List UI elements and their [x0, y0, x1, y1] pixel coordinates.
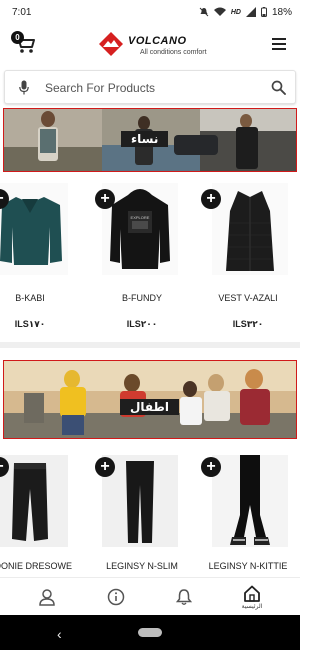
product-name: LEGINSY N-KITTIE	[208, 561, 288, 571]
brand-name: VOLCANO	[128, 35, 187, 47]
add-to-cart-button[interactable]: +	[95, 457, 115, 477]
product-image	[212, 455, 288, 547]
status-bar: 7:01 HD 18%	[0, 0, 300, 24]
product-image	[0, 455, 68, 547]
wifi-icon	[213, 7, 226, 16]
network-label: HD	[230, 8, 241, 16]
product-name: POONIE DRESOWE	[0, 561, 72, 571]
vest-image	[212, 183, 288, 275]
add-to-cart-button[interactable]: +	[95, 189, 115, 209]
microphone-icon[interactable]	[19, 80, 29, 95]
sweatpants-image	[0, 455, 68, 547]
search-icon[interactable]	[271, 80, 286, 95]
search-bar	[4, 70, 296, 104]
back-arrow-icon[interactable]: ‹	[57, 626, 62, 642]
product-name: B-FUNDY	[122, 293, 162, 303]
product-name: B-KABI	[15, 293, 45, 303]
svg-text:EXPLORE: EXPLORE	[131, 215, 150, 220]
nav-account[interactable]	[36, 578, 58, 616]
bottom-navigation: الرئيسية	[0, 577, 300, 615]
hamburger-menu-icon[interactable]	[272, 38, 286, 50]
product-price: ILS١٧٠	[14, 319, 46, 329]
mute-icon	[199, 7, 209, 17]
product-name: VEST V-AZALI	[218, 293, 278, 303]
product-name: LEGINSY N-SLIM	[106, 561, 178, 571]
cart-count-badge: 0	[11, 31, 24, 44]
category-label-women: نساء	[121, 131, 169, 147]
sweater-image	[0, 183, 68, 275]
home-icon	[244, 585, 260, 602]
system-navigation-bar: ‹	[0, 615, 300, 650]
bell-icon	[176, 589, 192, 605]
battery-level: 18%	[271, 6, 292, 18]
nav-home-label: الرئيسية	[241, 603, 263, 610]
category-banner-kids[interactable]: اطفال	[3, 360, 297, 439]
info-icon	[107, 588, 125, 606]
product-price: ILS٣٢٠	[232, 319, 264, 329]
volcano-logo-icon	[99, 32, 123, 56]
product-price: ILS٢٠٠	[126, 319, 158, 329]
add-to-cart-button[interactable]: +	[201, 457, 221, 477]
app-header: 0 VOLCANO All conditions comfort	[0, 24, 300, 66]
user-icon	[39, 589, 55, 606]
signal-icon	[245, 7, 256, 17]
app-screen: 7:01 HD 18% 0 VOLCANO All conditions com…	[0, 0, 300, 650]
nav-home[interactable]: الرئيسية	[232, 578, 272, 616]
section-divider	[0, 342, 300, 348]
status-icons: HD 18%	[199, 7, 292, 18]
brand-tagline: All conditions comfort	[140, 49, 207, 56]
search-input[interactable]	[45, 77, 260, 99]
product-image	[0, 183, 68, 275]
home-pill-icon[interactable]	[138, 628, 162, 637]
nav-info[interactable]	[106, 578, 126, 616]
category-banner-women[interactable]: نساء	[3, 108, 297, 172]
leggings-model-image	[212, 455, 288, 547]
cart-button[interactable]: 0	[11, 31, 36, 54]
category-label-kids: اطفال	[120, 399, 179, 415]
nav-notifications[interactable]	[174, 578, 194, 616]
product-image	[212, 183, 288, 275]
add-to-cart-button[interactable]: +	[201, 189, 221, 209]
status-time: 7:01	[12, 6, 32, 18]
battery-icon	[260, 7, 267, 17]
brand-logo[interactable]: VOLCANO All conditions comfort	[98, 31, 210, 59]
